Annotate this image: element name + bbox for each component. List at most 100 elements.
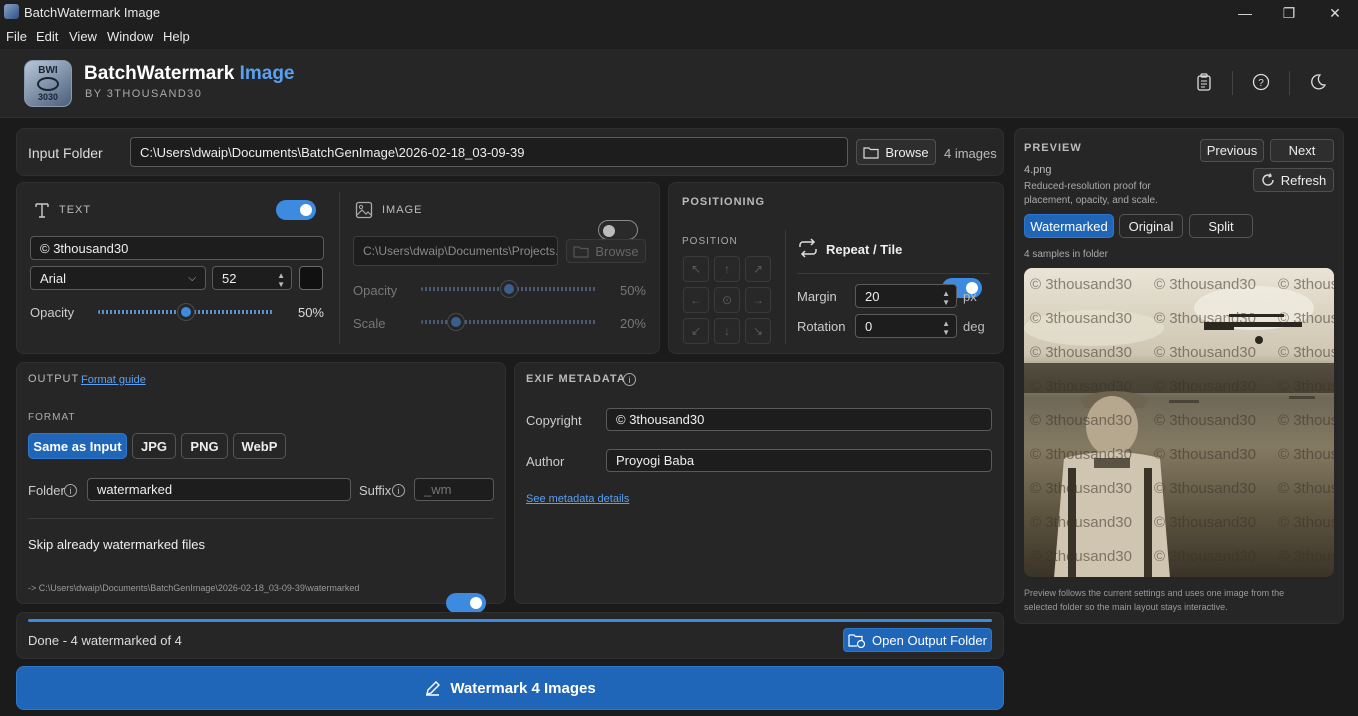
format-guide-link[interactable]: Format guide [81,374,146,386]
maximize-icon[interactable]: ❐ [1266,2,1312,24]
menu-window[interactable]: Window [107,29,153,44]
watermark-tile-text: © 3thousand30 [1030,344,1132,361]
position-bottom-left[interactable]: ↙ [683,318,709,344]
info-icon[interactable]: i [392,484,405,497]
input-browse-button[interactable]: Browse [856,139,936,165]
position-top[interactable]: ↑ [714,256,740,282]
menu-view[interactable]: View [69,29,97,44]
image-opacity-label: Opacity [353,283,398,298]
position-top-right[interactable]: ↗ [745,256,771,282]
header-separator [1289,71,1290,95]
logo-bottom-text: 3030 [37,92,59,102]
margin-unit: px [963,289,977,304]
copyright-label: Copyright [526,413,582,428]
skip-watermarked-label: Skip already watermarked files [28,537,206,552]
position-center[interactable]: ⊙ [714,287,740,313]
skip-watermarked-toggle[interactable] [446,593,486,613]
clipboard-icon[interactable] [1192,70,1216,94]
image-browse-label: Browse [595,243,639,259]
open-output-folder-button[interactable]: Open Output Folder [843,628,992,652]
image-path-input[interactable]: C:\Users\dwaip\Documents\Projects... [353,236,558,266]
watermark-tile-text: © 3thousand30 [1154,276,1256,293]
info-icon[interactable]: i [623,373,636,386]
title-bar: BatchWatermark Image — ❐ ✕ [0,0,1358,25]
image-browse-button[interactable]: Browse [566,239,646,263]
font-size-stepper[interactable]: 52 ▲ ▼ [212,266,292,290]
watermark-images-button[interactable]: Watermark 4 Images [16,666,1004,710]
preview-filename: 4.png [1024,164,1052,176]
position-bottom-right[interactable]: ↘ [745,318,771,344]
positioning-divider [785,230,786,344]
folder-icon [863,146,879,159]
format-label: FORMAT [28,412,76,423]
format-webp-button[interactable]: WebP [233,433,286,459]
suffix-label: Suffix [359,483,392,498]
watermark-tile-text: © 3thousand30 [1278,548,1334,565]
margin-stepper[interactable]: 20 ▲ ▼ [855,284,957,308]
tab-watermarked[interactable]: Watermarked [1024,214,1114,238]
tab-split[interactable]: Split [1189,214,1253,238]
status-text: Done - 4 watermarked of 4 [28,633,182,648]
format-same-as-input-button[interactable]: Same as Input [28,433,127,459]
moon-icon[interactable] [1306,70,1330,94]
copyright-input[interactable]: © 3thousand30 [606,408,992,431]
input-folder-label: Input Folder [28,145,103,161]
format-jpg-button[interactable]: JPG [132,433,176,459]
folder-label: Folder [28,483,65,498]
watermark-tile-text: © 3thousand30 [1278,378,1334,395]
metadata-details-link[interactable]: See metadata details [526,493,629,505]
tab-original[interactable]: Original [1119,214,1183,238]
info-icon[interactable]: i [64,484,77,497]
refresh-icon [1262,173,1274,186]
watermark-tile-text: © 3thousand30 [1278,412,1334,429]
help-icon[interactable]: ? [1249,70,1273,94]
suffix-input[interactable] [414,478,494,501]
author-input[interactable]: Proyogi Baba [606,449,992,472]
menu-file[interactable]: File [6,29,27,44]
minimize-icon[interactable]: — [1222,2,1268,24]
app-subtitle: BY 3THOUSAND30 [85,88,203,100]
watermark-tile-text: © 3thousand30 [1030,276,1132,293]
position-left[interactable]: ← [683,287,709,313]
stepper-arrows-icon: ▲ ▼ [942,319,950,337]
image-heading: IMAGE [382,204,423,216]
font-select[interactable]: Arial ⌵ [30,266,206,290]
app-title: BatchWatermark Image [84,63,295,85]
previous-button[interactable]: Previous [1200,139,1264,162]
watermark-text-input[interactable]: © 3thousand30 [30,236,324,260]
text-opacity-slider[interactable] [98,302,274,322]
close-icon[interactable]: ✕ [1312,2,1358,24]
slider-thumb[interactable] [178,304,194,320]
menu-help[interactable]: Help [163,29,190,44]
slider-thumb[interactable] [448,314,465,330]
watermark-tile-text: © 3thousand30 [1030,378,1132,395]
image-scale-slider[interactable] [421,312,597,332]
position-top-left[interactable]: ↖ [683,256,709,282]
text-toggle[interactable] [276,200,316,220]
image-opacity-slider[interactable] [421,279,597,299]
position-right[interactable]: → [745,287,771,313]
watermark-tile-text: © 3thousand30 [1154,378,1256,395]
watermark-tile-text: © 3thousand30 [1278,446,1334,463]
rotation-stepper[interactable]: 0 ▲ ▼ [855,314,957,338]
position-grid: ↖ ↑ ↗ ← ⊙ → ↙ ↓ ↘ [683,256,771,344]
output-folder-input[interactable]: watermarked [87,478,351,501]
repeat-icon [799,238,817,258]
font-select-value: Arial [40,270,67,286]
text-color-swatch[interactable] [299,266,323,290]
positioning-heading: POSITIONING [682,196,766,208]
input-folder-field[interactable]: C:\Users\dwaip\Documents\BatchGenImage\2… [130,137,848,167]
pen-icon [426,680,441,696]
position-bottom[interactable]: ↓ [714,318,740,344]
refresh-button[interactable]: Refresh [1253,168,1334,192]
rotation-label: Rotation [797,319,846,334]
menu-edit[interactable]: Edit [36,29,58,44]
watermark-tile-text: © 3thousand30 [1030,548,1132,565]
next-button[interactable]: Next [1270,139,1334,162]
image-toggle[interactable] [598,220,638,240]
logo-top-text: BWI [38,65,58,76]
open-folder-icon [848,633,866,648]
divider [797,273,990,274]
format-png-button[interactable]: PNG [181,433,228,459]
slider-thumb[interactable] [501,281,517,297]
